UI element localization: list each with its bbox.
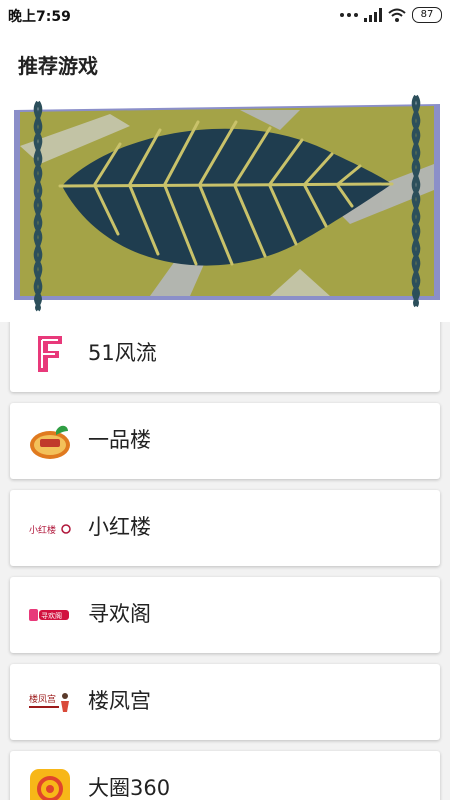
list-item-label: 寻欢阁 <box>88 602 151 626</box>
status-icons: 87 <box>340 5 442 25</box>
list-item-label: 楼凤宫 <box>88 689 151 713</box>
list-item-label: 大圈360 <box>88 776 171 800</box>
status-time: 晚上7:59 <box>8 9 71 25</box>
leaf-banner-image <box>14 94 440 312</box>
game-list: 51风流 一品楼 小红楼 小红楼 寻欢阁 寻欢阁 楼凤宫 楼凤宫 大圈360 <box>0 322 450 800</box>
svg-text:寻欢阁: 寻欢阁 <box>41 611 62 620</box>
list-item[interactable]: 大圈360 <box>10 751 440 800</box>
svg-text:小红楼: 小红楼 <box>29 524 56 536</box>
xunhuange-logo-icon: 寻欢阁 <box>29 609 69 621</box>
list-item[interactable]: 51风流 <box>10 322 440 392</box>
banner[interactable] <box>0 94 450 322</box>
list-item-label: 51风流 <box>88 341 157 365</box>
list-item-label: 一品楼 <box>88 428 151 452</box>
page-title: 推荐游戏 <box>18 54 98 78</box>
list-item[interactable]: 一品楼 <box>10 403 440 479</box>
daquan-camera-logo-icon <box>30 769 70 800</box>
yipinlou-logo-icon <box>30 425 70 459</box>
list-item-label: 小红楼 <box>88 515 151 539</box>
signal-icon <box>364 8 382 22</box>
loufenggong-logo-icon: 楼凤宫 <box>29 693 69 712</box>
list-item[interactable]: 寻欢阁 寻欢阁 <box>10 577 440 653</box>
wifi-icon <box>388 8 406 22</box>
battery-icon: 87 <box>412 7 442 23</box>
app-header: 推荐游戏 <box>0 30 450 94</box>
xiaohonglou-logo-icon: 小红楼 <box>29 524 71 536</box>
svg-text:楼凤宫: 楼凤宫 <box>29 693 56 705</box>
more-dots-icon <box>340 13 358 17</box>
list-item[interactable]: 小红楼 小红楼 <box>10 490 440 566</box>
list-item[interactable]: 楼凤宫 楼凤宫 <box>10 664 440 740</box>
status-bar: 晚上7:59 87 <box>0 0 450 30</box>
letter-f-logo-icon <box>38 336 62 372</box>
